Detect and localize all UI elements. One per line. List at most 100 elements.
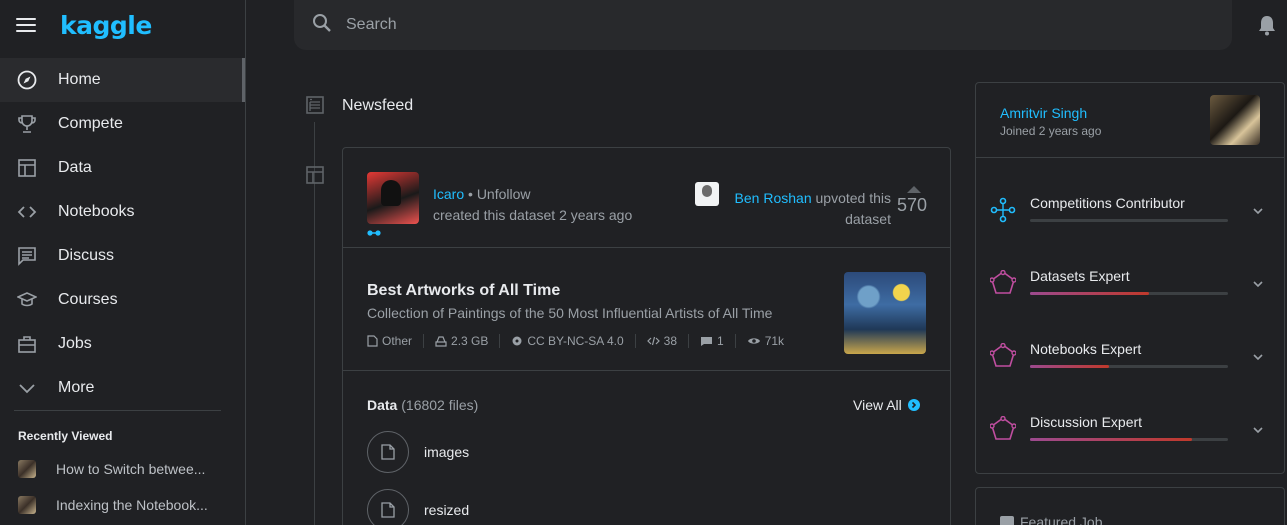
- tier-label: Competitions Contributor: [1030, 195, 1185, 211]
- upvote-action-text: upvoted this: [811, 190, 891, 206]
- sidebar-item-label: Courses: [58, 291, 118, 308]
- meta-comments: 1: [700, 334, 724, 348]
- featured-job-card[interactable]: Featured Job: [975, 487, 1285, 525]
- sidebar-item-label: Compete: [58, 115, 123, 132]
- search-icon: [312, 13, 332, 38]
- sidebar-item-courses[interactable]: Courses: [0, 278, 245, 322]
- notifications-bell-icon[interactable]: [1256, 14, 1278, 36]
- dataset-summary: Best Artworks of All Time Collection of …: [343, 248, 950, 371]
- feed-card-header: Icaro • Unfollow created this dataset 2 …: [343, 148, 950, 248]
- bullet-separator: •: [468, 186, 473, 202]
- sidebar-header: kaggle: [0, 0, 245, 50]
- code-icon: [16, 201, 38, 223]
- meta-size: 2.3 GB: [435, 334, 488, 348]
- tier-label: Datasets Expert: [1030, 268, 1130, 284]
- chevron-down-icon: [1253, 354, 1263, 361]
- sidebar-item-label: Discuss: [58, 247, 115, 264]
- data-label: Data: [367, 397, 398, 413]
- newsfeed-icon: [305, 95, 325, 115]
- kaggle-logo[interactable]: kaggle: [60, 11, 152, 40]
- recent-item-label: Indexing the Notebook...: [56, 497, 208, 513]
- dataset-thumbnail[interactable]: [844, 272, 926, 354]
- table-icon: [305, 165, 325, 185]
- notebook-thumbnail: [18, 460, 36, 478]
- meta-type: Other: [367, 334, 412, 348]
- tier-progress: [1030, 292, 1228, 295]
- briefcase-icon: [16, 333, 38, 355]
- meta-notebooks-count: 38: [663, 334, 677, 348]
- kaggle-app: kaggle Home Compete Data Notebooks Discu…: [0, 0, 1287, 525]
- unfollow-link[interactable]: Unfollow: [477, 186, 531, 202]
- menu-icon[interactable]: [16, 18, 36, 32]
- profile-joined: Joined 2 years ago: [1000, 124, 1102, 138]
- sidebar: kaggle Home Compete Data Notebooks Discu…: [0, 0, 246, 525]
- vote-count: 570: [897, 195, 928, 215]
- file-icon: [367, 335, 378, 347]
- sidebar-item-data[interactable]: Data: [0, 146, 245, 190]
- tier-competitions[interactable]: Competitions Contributor: [976, 175, 1286, 248]
- tier-progress: [1030, 365, 1228, 368]
- table-icon: [16, 157, 38, 179]
- featured-job-heading: Featured Job: [1000, 514, 1103, 525]
- search-input[interactable]: [346, 16, 946, 34]
- meta-views: 71k: [747, 334, 784, 348]
- sidebar-item-jobs[interactable]: Jobs: [0, 322, 245, 366]
- meta-notebooks: 38: [646, 334, 677, 348]
- search-bar[interactable]: [294, 0, 1232, 50]
- code-icon: [646, 336, 660, 346]
- recent-item[interactable]: How to Switch betwee...: [0, 451, 245, 487]
- meta-license-label: CC BY-NC-SA 4.0: [527, 334, 624, 348]
- comment-icon: [701, 337, 712, 346]
- sidebar-item-label: Home: [58, 71, 101, 88]
- sidebar-item-label: Notebooks: [58, 203, 135, 220]
- chevron-down-icon: [1253, 281, 1263, 288]
- competitions-tier-icon: [990, 197, 1016, 223]
- trophy-icon: [16, 113, 38, 135]
- profile-header: Amritvir Singh Joined 2 years ago: [976, 83, 1284, 158]
- sidebar-item-discuss[interactable]: Discuss: [0, 234, 245, 278]
- briefcase-icon: [1000, 516, 1014, 525]
- sidebar-item-notebooks[interactable]: Notebooks: [0, 190, 245, 234]
- sidebar-item-compete[interactable]: Compete: [0, 102, 245, 146]
- upvoter-link[interactable]: Ben Roshan: [735, 190, 812, 206]
- view-all-link[interactable]: View All: [853, 397, 920, 413]
- upvote-object-text: dataset: [845, 211, 891, 227]
- meta-size-label: 2.3 GB: [451, 334, 489, 348]
- compass-icon: [16, 69, 38, 91]
- recently-viewed-heading: Recently Viewed: [18, 429, 113, 443]
- chevron-down-icon: [1253, 427, 1263, 434]
- tier-progress: [1030, 438, 1228, 441]
- author-link[interactable]: Icaro: [433, 186, 464, 202]
- file-name: images: [424, 444, 470, 460]
- school-icon: [16, 289, 38, 311]
- tier-notebooks[interactable]: Notebooks Expert: [976, 321, 1286, 394]
- tier-progress-fill: [1030, 292, 1149, 295]
- chevron-down-icon: [1253, 208, 1263, 215]
- author-avatar[interactable]: [367, 172, 419, 224]
- tier-datasets[interactable]: Datasets Expert: [976, 248, 1286, 321]
- sidebar-item-home[interactable]: Home: [0, 58, 245, 102]
- notebooks-tier-icon: [990, 343, 1016, 367]
- upvoter-avatar[interactable]: [695, 182, 719, 206]
- storage-icon: [435, 336, 447, 347]
- dataset-title[interactable]: Best Artworks of All Time: [367, 282, 560, 300]
- file-count: (16802 files): [397, 397, 479, 413]
- profile-avatar[interactable]: [1210, 95, 1260, 145]
- recent-item[interactable]: Indexing the Notebook...: [0, 487, 245, 523]
- profile-panel: Amritvir Singh Joined 2 years ago Compet…: [975, 82, 1285, 474]
- recent-item-label: How to Switch betwee...: [56, 461, 206, 477]
- file-row[interactable]: resized: [367, 489, 469, 525]
- sidebar-item-label: Jobs: [58, 335, 92, 352]
- upvote-text: Ben Roshan upvoted this dataset: [725, 188, 891, 230]
- tier-discussion[interactable]: Discussion Expert: [976, 394, 1286, 467]
- comment-icon: [16, 245, 38, 267]
- dataset-subtitle: Collection of Paintings of the 50 Most I…: [367, 305, 773, 321]
- feed-card: Icaro • Unfollow created this dataset 2 …: [342, 147, 951, 525]
- featured-job-label: Featured Job: [1020, 514, 1103, 525]
- sidebar-item-more[interactable]: More: [0, 366, 245, 410]
- profile-name-link[interactable]: Amritvir Singh: [1000, 105, 1087, 121]
- license-gear-icon: [512, 336, 522, 346]
- upvote-arrow-icon[interactable]: [907, 186, 921, 193]
- tier-progress-fill: [1030, 365, 1110, 368]
- file-row[interactable]: images: [367, 431, 469, 473]
